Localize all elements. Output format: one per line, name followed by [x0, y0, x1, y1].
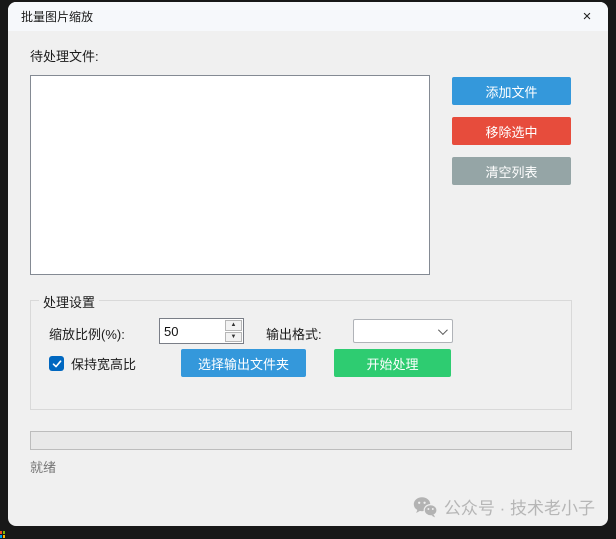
settings-groupbox: 处理设置 缩放比例(%): ▲ ▼ 输出格式: 保持宽高比 选择输出文件夹 开始… [30, 300, 572, 410]
files-list-label: 待处理文件: [30, 46, 99, 65]
keep-aspect-ratio-label: 保持宽高比 [71, 354, 136, 373]
status-text: 就绪 [30, 457, 56, 476]
chevron-down-icon [438, 325, 448, 335]
scale-ratio-input[interactable] [160, 319, 224, 343]
spin-up-icon[interactable]: ▲ [225, 320, 242, 331]
spinner-buttons: ▲ ▼ [224, 319, 243, 343]
progress-bar [30, 431, 572, 450]
keep-aspect-ratio-checkbox[interactable] [49, 356, 64, 371]
output-format-label: 输出格式: [266, 324, 322, 343]
window-title: 批量图片缩放 [8, 8, 93, 25]
scale-ratio-spinbox[interactable]: ▲ ▼ [159, 318, 244, 344]
checkmark-icon [52, 359, 62, 369]
app-window: 批量图片缩放 × 待处理文件: 添加文件 移除选中 清空列表 处理设置 缩放比例… [8, 2, 608, 526]
titlebar: 批量图片缩放 × [8, 2, 608, 31]
watermark: 公众号 · 技术老小子 [412, 494, 595, 519]
settings-group-label: 处理设置 [39, 292, 99, 311]
output-format-dropdown[interactable] [353, 319, 453, 343]
add-files-button[interactable]: 添加文件 [452, 77, 571, 105]
watermark-text: 公众号 · 技术老小子 [444, 494, 595, 519]
wechat-icon [412, 496, 438, 518]
spin-down-icon[interactable]: ▼ [225, 332, 242, 343]
clear-list-button[interactable]: 清空列表 [452, 157, 571, 185]
scale-ratio-label: 缩放比例(%): [49, 324, 125, 343]
choose-output-folder-button[interactable]: 选择输出文件夹 [181, 349, 306, 377]
close-icon[interactable]: × [571, 3, 603, 30]
windows-logo-icon[interactable] [0, 531, 5, 538]
start-processing-button[interactable]: 开始处理 [334, 349, 451, 377]
keep-aspect-ratio-row: 保持宽高比 [49, 354, 136, 373]
files-listbox[interactable] [30, 75, 430, 275]
remove-selected-button[interactable]: 移除选中 [452, 117, 571, 145]
